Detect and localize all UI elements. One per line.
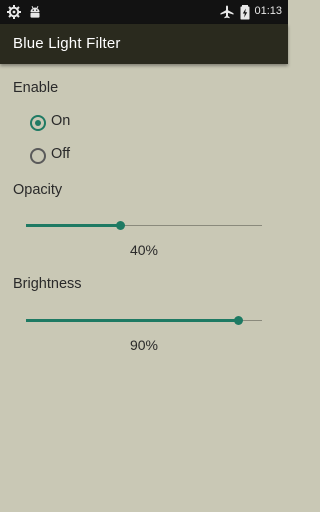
- radio-off-label[interactable]: Off: [51, 146, 70, 162]
- radio-on-indicator[interactable]: [30, 115, 46, 131]
- brightness-value: 90%: [129, 337, 159, 353]
- radio-on-label[interactable]: On: [51, 113, 70, 129]
- brightness-slider-fill: [26, 319, 239, 322]
- app-bar: Blue Light Filter: [0, 24, 288, 64]
- app-title: Blue Light Filter: [13, 35, 121, 52]
- opacity-slider-fill: [26, 224, 121, 227]
- opacity-label: Opacity: [13, 182, 63, 198]
- status-time: 01:13: [254, 5, 282, 17]
- battery-charging-icon: [237, 4, 253, 20]
- opacity-value: 40%: [129, 242, 159, 258]
- brightness-slider-thumb[interactable]: [233, 316, 243, 325]
- android-icon: [27, 4, 43, 20]
- enable-label: Enable: [13, 80, 59, 96]
- radio-on[interactable]: On: [30, 112, 90, 134]
- radio-off-indicator[interactable]: [30, 148, 46, 164]
- status-bar: 01:13: [0, 0, 288, 24]
- airplane-mode-icon: [219, 4, 235, 20]
- radio-off[interactable]: Off: [30, 145, 90, 167]
- settings-icon: [6, 4, 22, 20]
- brightness-label: Brightness: [13, 276, 82, 292]
- brightness-slider[interactable]: [26, 311, 262, 331]
- opacity-slider[interactable]: [26, 216, 262, 236]
- opacity-slider-thumb[interactable]: [115, 221, 125, 230]
